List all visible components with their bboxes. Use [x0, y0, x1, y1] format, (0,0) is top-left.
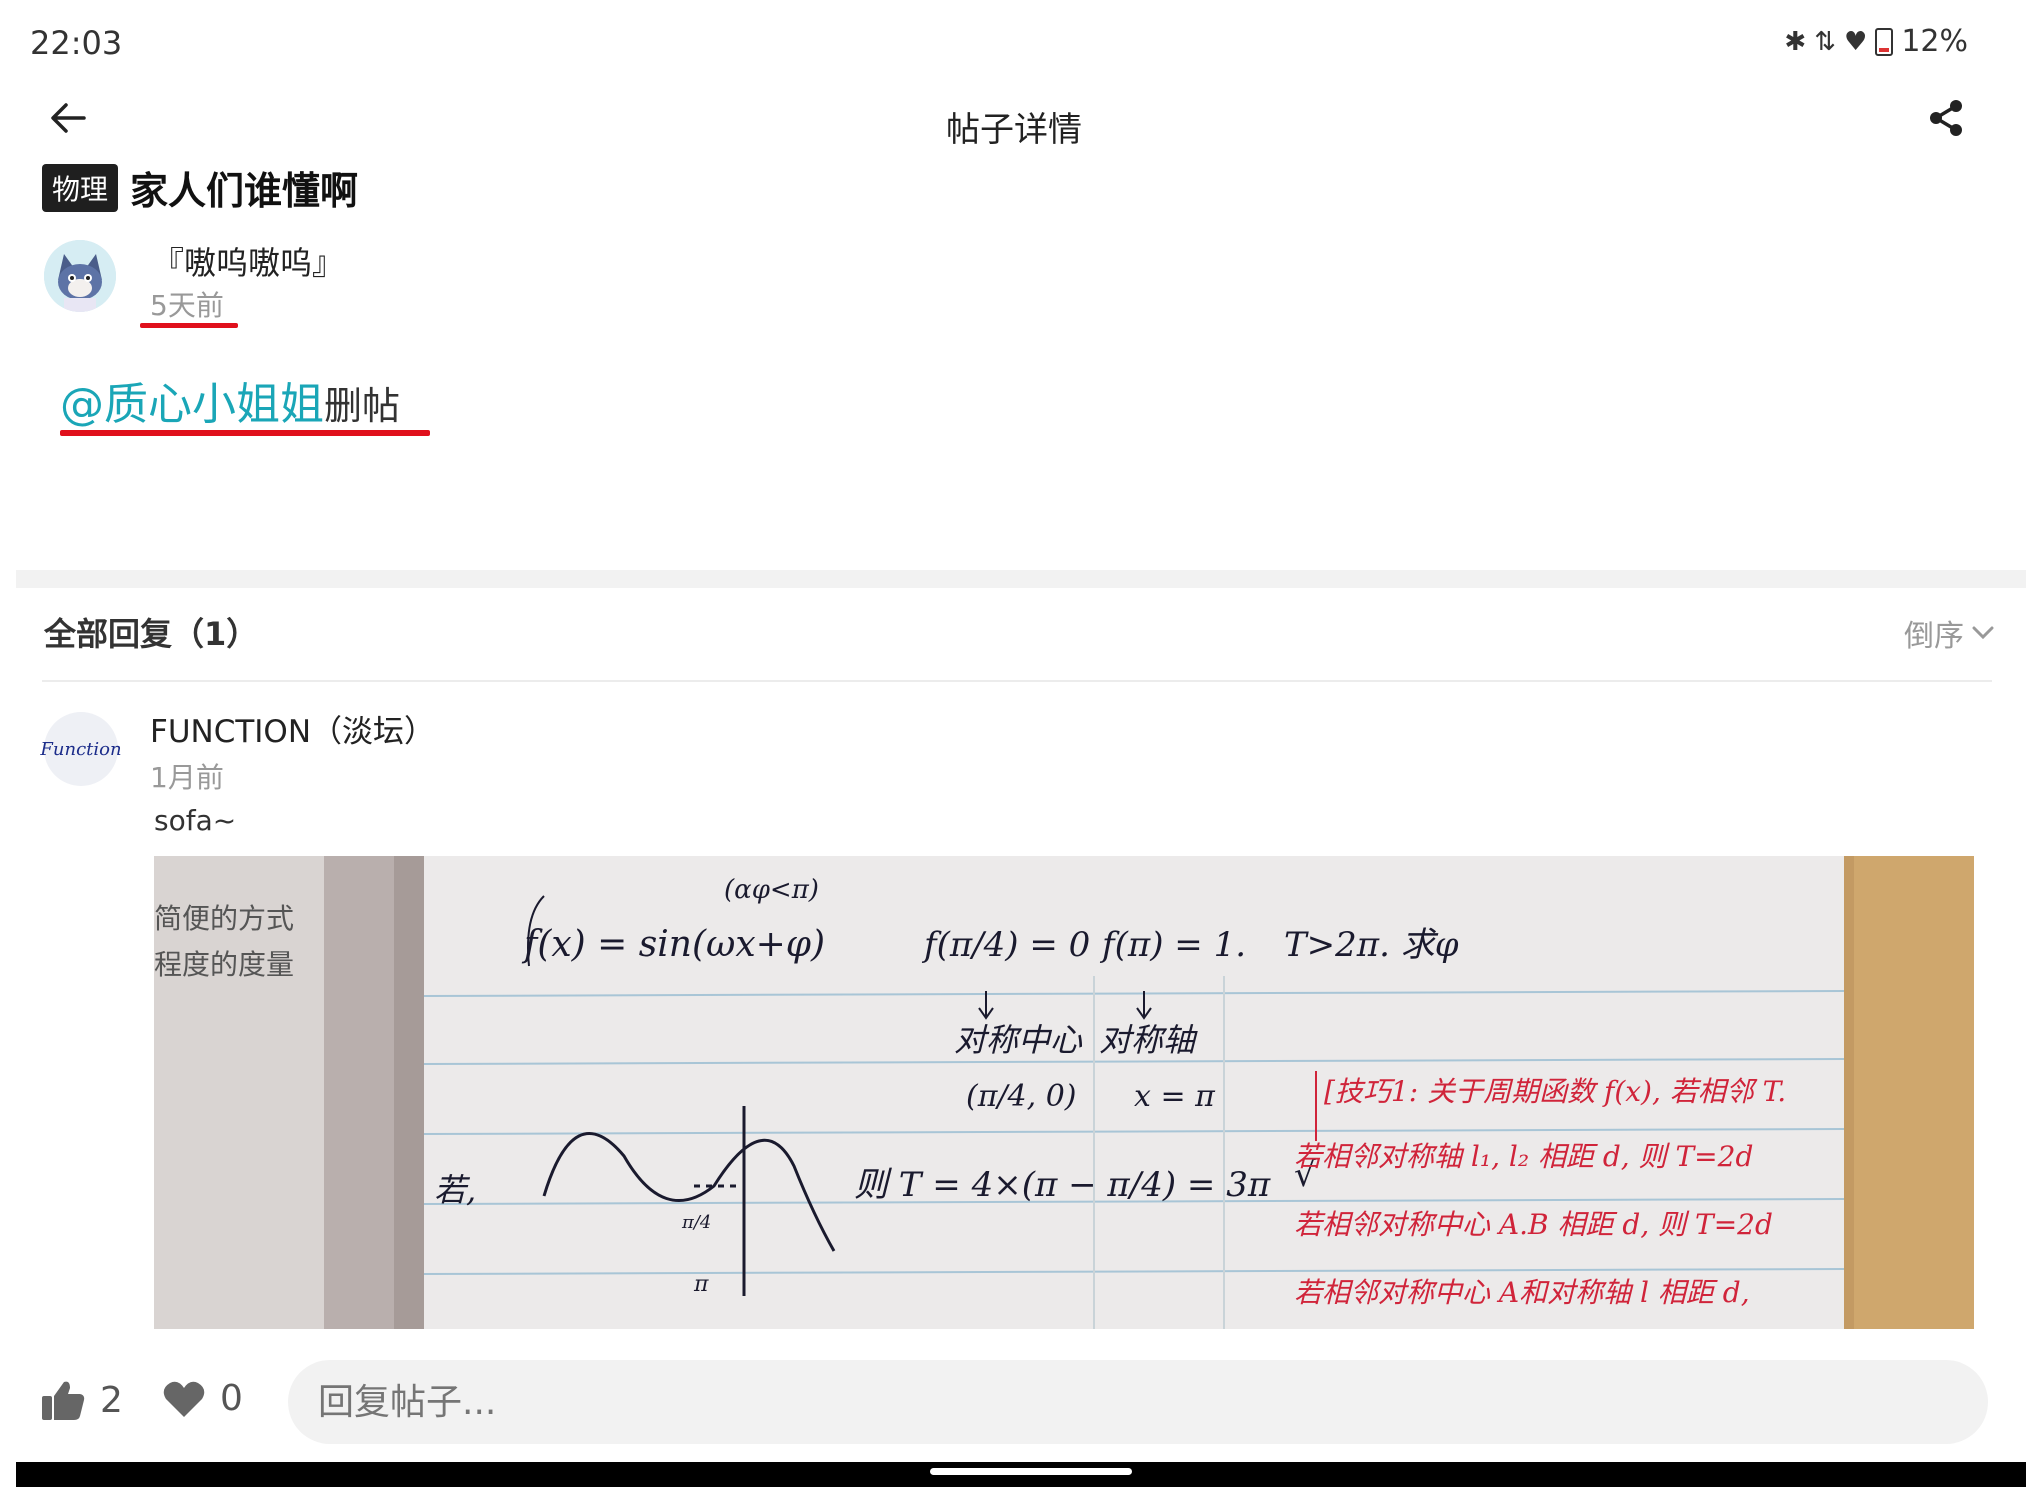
- data-arrows-icon: ⇅: [1814, 26, 1836, 57]
- post-header: 物理 家人们谁懂啊: [42, 160, 358, 215]
- note-center-point: (π/4, 0): [966, 1079, 1076, 1114]
- page-title: 帖子详情: [946, 110, 1082, 150]
- top-app-bar: 帖子详情: [0, 70, 2028, 170]
- favorite-count: 0: [220, 1378, 243, 1419]
- thumbs-up-icon: [42, 1381, 85, 1420]
- note-tip-center: 若相邻对称中心 A.B 相距 d, 则 T=2d: [1294, 1208, 1773, 1241]
- note-if: 若,: [434, 1171, 476, 1209]
- chevron-down-icon: [1972, 626, 1994, 640]
- bluetooth-icon: ✱: [1784, 26, 1807, 57]
- like-button[interactable]: 2: [40, 1378, 123, 1422]
- reply-image[interactable]: 简便的方式 程度的度量 (αφ<π) f(x) = sin(ωx+φ) f(π/…: [154, 856, 1974, 1329]
- avatar-logo-text: Function: [40, 738, 122, 760]
- category-tag[interactable]: 物理: [42, 163, 119, 212]
- note-condition-2: f(π) = 1.: [1099, 925, 1246, 965]
- note-tip-axis: 若相邻对称轴 l₁, l₂ 相距 d, 则 T=2d: [1294, 1140, 1753, 1173]
- status-bar: 22:03 ✱ ⇅ ♥ 12%: [0, 0, 2028, 80]
- post-body: @质心小姐姐删帖: [60, 368, 400, 432]
- note-function: f(x) = sin(ωx+φ): [521, 924, 825, 965]
- heart-icon: [163, 1381, 205, 1417]
- author-avatar[interactable]: [44, 240, 116, 312]
- note-sketch-label-2: π: [693, 1272, 709, 1297]
- post-time: 5天前: [150, 289, 224, 322]
- share-icon: [1930, 100, 1962, 136]
- handwritten-notes-photo: 简便的方式 程度的度量 (αφ<π) f(x) = sin(ωx+φ) f(π/…: [154, 856, 1974, 1329]
- reply-time: 1月前: [150, 761, 224, 794]
- note-axis: 对称轴: [1099, 1021, 1198, 1059]
- red-underline-mark: [140, 323, 238, 328]
- author-name[interactable]: 『嗷呜嗷呜』: [152, 238, 344, 284]
- note-tip-mixed: 若相邻对称中心 A和对称轴 l 相距 d,: [1294, 1276, 1750, 1309]
- book-text-1: 简便的方式: [154, 902, 294, 935]
- reply-avatar[interactable]: Function: [40, 712, 122, 786]
- mention-link[interactable]: @质心小姐姐: [60, 379, 324, 430]
- note-condition-1: f(π/4) = 0: [921, 925, 1090, 965]
- note-axis-eq: x = π: [1134, 1079, 1216, 1114]
- status-time: 22:03: [30, 24, 123, 62]
- replies-title: 全部回复（1）: [44, 615, 259, 653]
- reply-input[interactable]: [288, 1360, 1988, 1444]
- post-title: 家人们谁懂啊: [130, 169, 359, 213]
- battery-percent: 12%: [1901, 24, 1968, 59]
- share-button[interactable]: [1916, 88, 1976, 148]
- book-text-2: 程度的度量: [154, 948, 294, 981]
- sort-dropdown[interactable]: 倒序: [1904, 611, 1994, 655]
- system-nav-bar: [16, 1462, 2026, 1487]
- note-tip-title: [技巧1: 关于周期函数 f(x), 若相邻 T.: [1324, 1075, 1786, 1108]
- post-body-text: 删帖: [324, 384, 401, 428]
- note-result: 则 T = 4×(π − π/4) = 3π: [854, 1165, 1271, 1205]
- cat-avatar-icon: [44, 240, 116, 312]
- note-period: T>2π. 求φ: [1284, 925, 1459, 965]
- bottom-action-bar: 2 0: [0, 1350, 2028, 1460]
- battery-icon: [1875, 27, 1894, 56]
- like-count: 2: [100, 1379, 123, 1421]
- red-underline-mark: [60, 430, 430, 436]
- note-sketch-label-1: π/4: [681, 1212, 711, 1233]
- sort-label: 倒序: [1904, 619, 1964, 654]
- note-domain: (αφ<π): [724, 875, 819, 905]
- section-divider: [16, 570, 2026, 588]
- status-icons: ✱ ⇅ ♥ 12%: [1784, 24, 1968, 59]
- reply-author[interactable]: FUNCTION（淡坛）: [150, 706, 435, 751]
- divider: [42, 680, 1992, 682]
- favorite-button[interactable]: 0: [162, 1378, 243, 1419]
- reply-text: sofa~: [154, 804, 237, 837]
- replies-header: 全部回复（1） 倒序: [44, 605, 1994, 665]
- home-handle[interactable]: [930, 1468, 1132, 1475]
- note-center: 对称中心: [954, 1021, 1083, 1059]
- wifi-icon: ♥: [1844, 26, 1868, 57]
